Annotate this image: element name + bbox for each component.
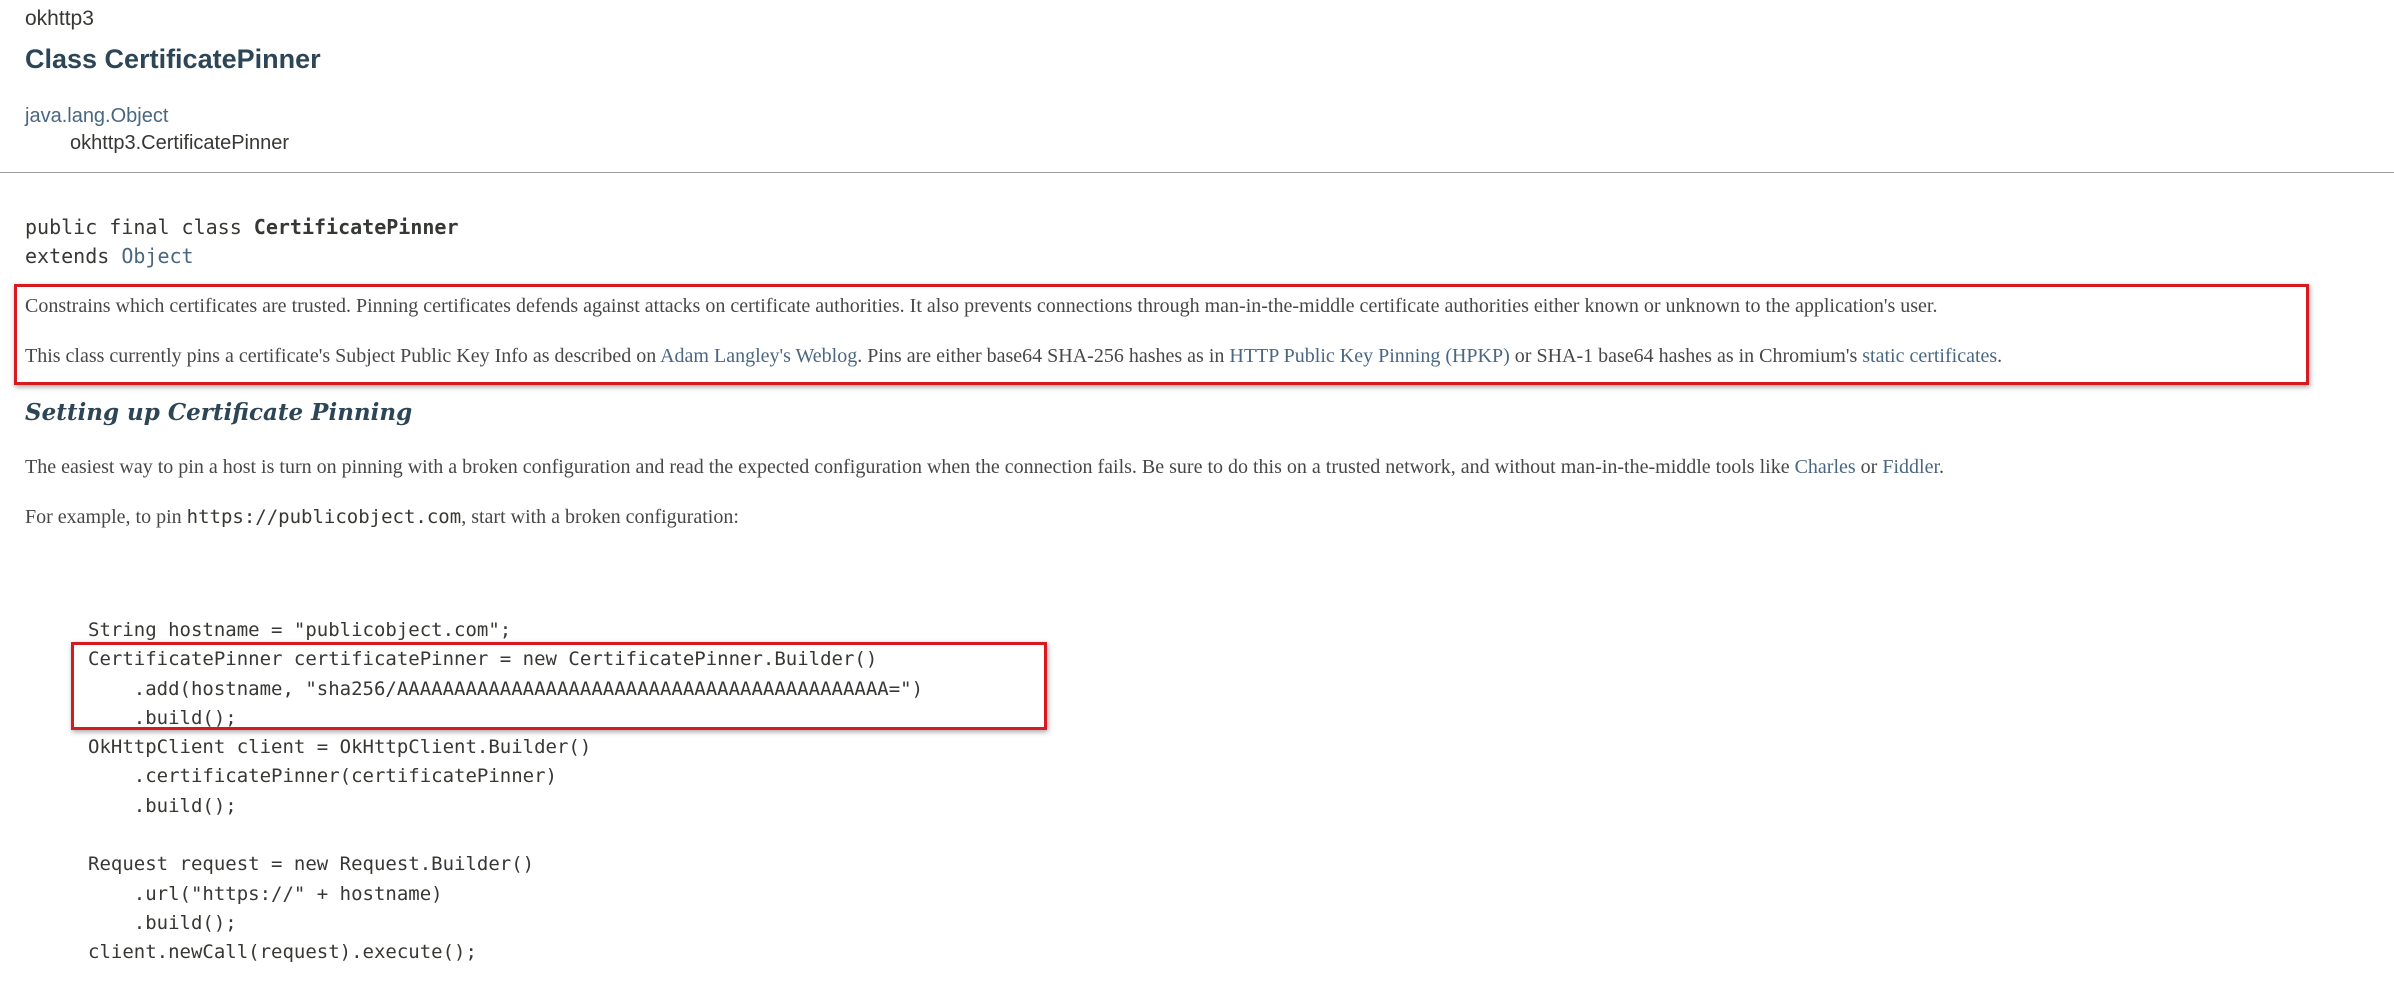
- superclass-link[interactable]: Object: [121, 244, 193, 268]
- divider: [0, 172, 2394, 173]
- signature-class-name: CertificatePinner: [253, 215, 459, 239]
- code-line: String hostname = "publicobject.com";: [88, 619, 512, 641]
- code-line: .build();: [88, 911, 237, 934]
- fiddler-link[interactable]: Fiddler: [1882, 456, 1939, 478]
- section-paragraph-2: For example, to pin https://publicobject…: [25, 506, 739, 529]
- package-label: okhttp3: [25, 7, 94, 30]
- code-line: OkHttpClient client = OkHttpClient.Build…: [88, 736, 592, 759]
- charles-link[interactable]: Charles: [1795, 456, 1856, 478]
- inline-code-url: https://publicobject.com: [186, 506, 462, 528]
- highlight-box-description: [14, 284, 2309, 385]
- p3-text-2: or: [1855, 456, 1883, 478]
- code-line: .url("https://" + hostname): [88, 882, 443, 905]
- highlight-box-code: [71, 642, 1047, 730]
- class-signature: public final class CertificatePinner ext…: [25, 213, 458, 271]
- inheritance-root-link[interactable]: java.lang.Object: [25, 105, 168, 128]
- inheritance-current: okhttp3.CertificatePinner: [70, 132, 290, 154]
- p4-text-1: For example, to pin: [25, 506, 187, 528]
- section-paragraph-1: The easiest way to pin a host is turn on…: [25, 456, 1944, 479]
- code-line: .certificatePinner(certificatePinner): [88, 765, 557, 788]
- code-line: Request request = new Request.Builder(): [88, 853, 535, 876]
- section-heading: Setting up Certificate Pinning: [25, 399, 413, 426]
- signature-modifiers: public final class: [25, 215, 254, 239]
- code-line: client.newCall(request).execute();: [88, 941, 477, 964]
- p3-text-1: The easiest way to pin a host is turn on…: [25, 456, 1795, 478]
- p4-text-2: , start with a broken configuration:: [461, 506, 739, 528]
- p3-text-3: .: [1939, 456, 1945, 478]
- signature-extends: extends: [25, 244, 122, 268]
- page-title: Class CertificatePinner: [25, 44, 321, 74]
- code-line: .build();: [88, 794, 237, 817]
